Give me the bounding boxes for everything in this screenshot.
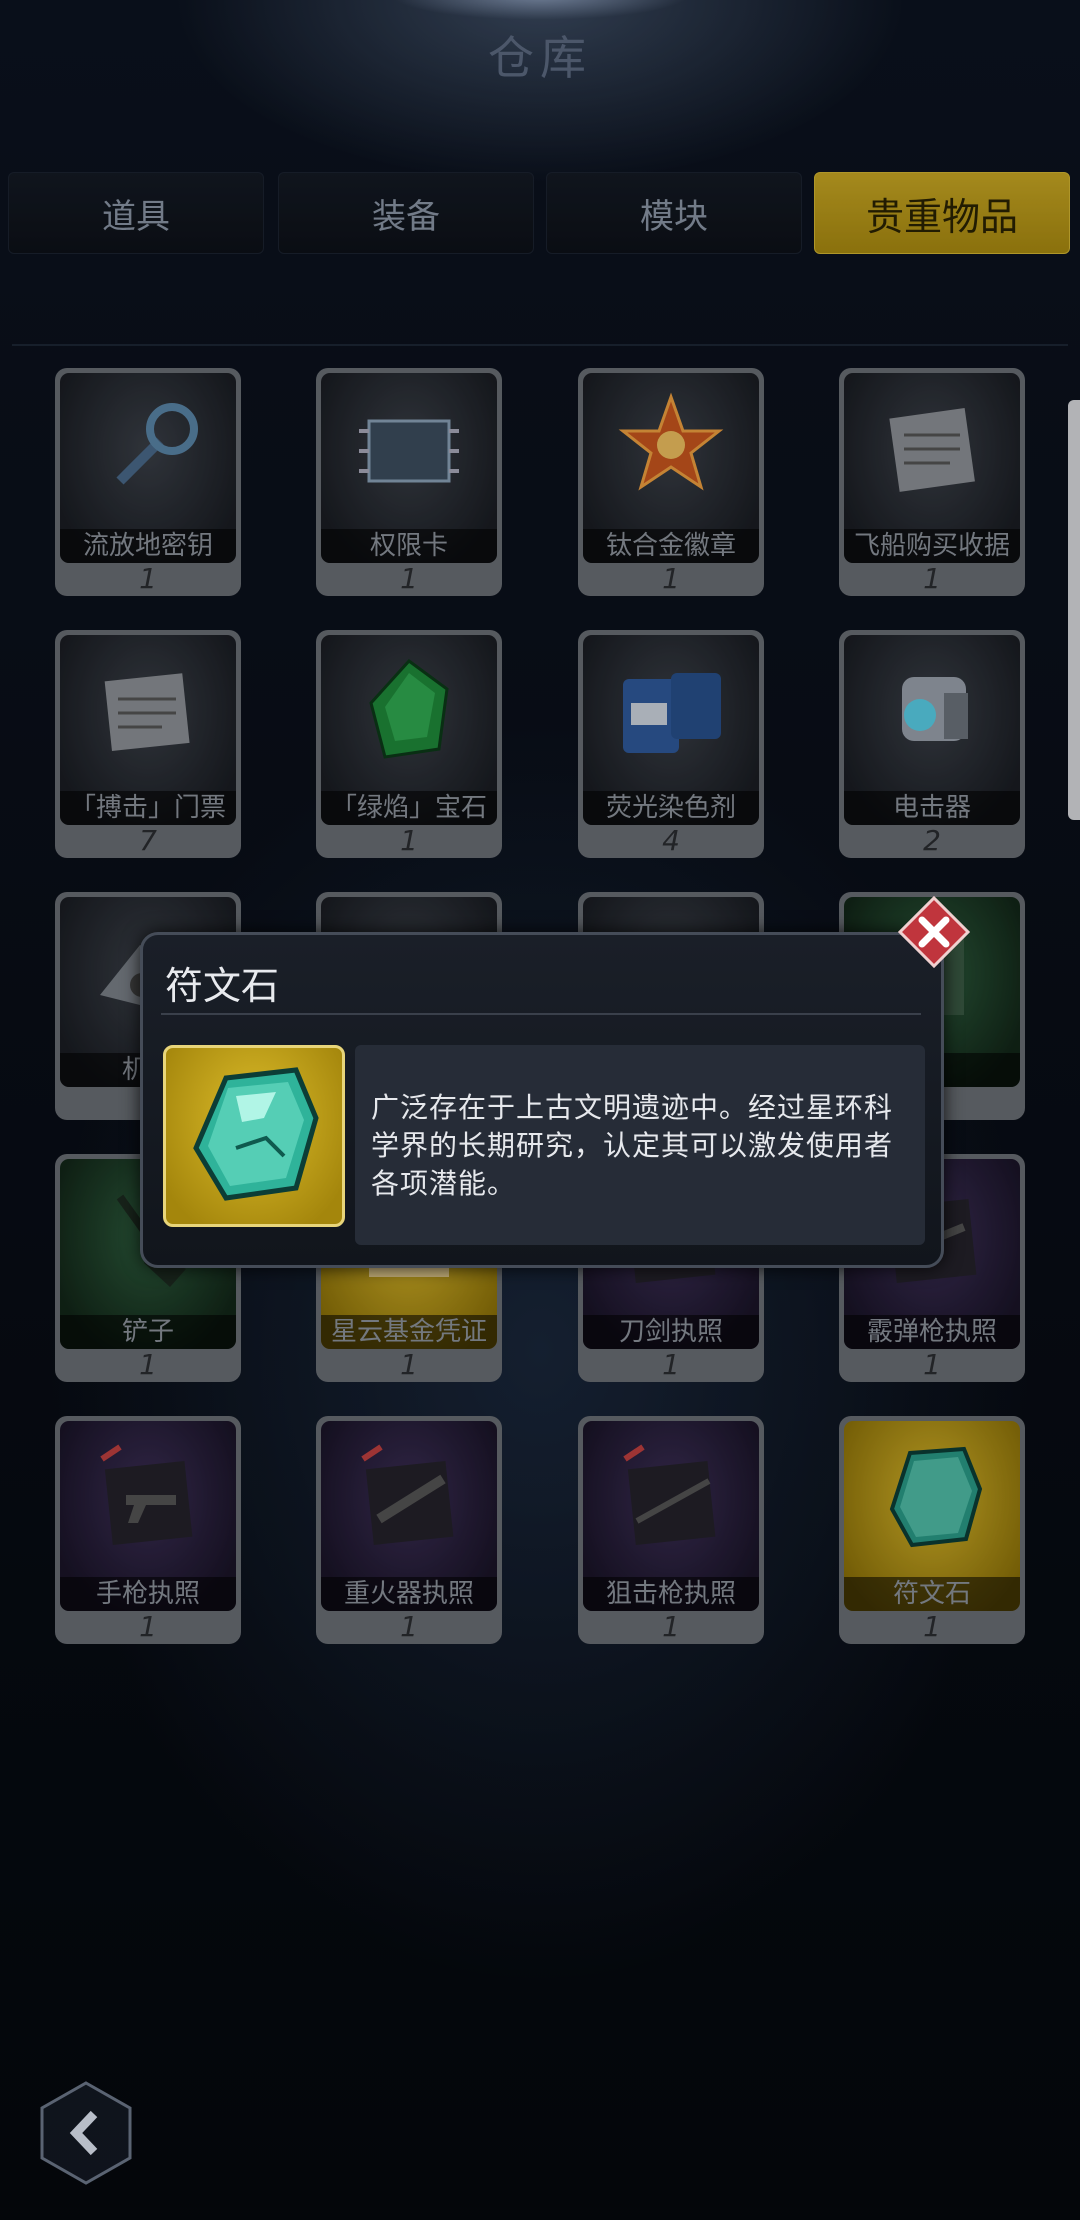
key-icon [116,403,198,485]
item-name: 重火器执照 [321,1577,497,1611]
item-name: 「搏击」门票 [60,791,236,825]
inventory-item[interactable]: 钛合金徽章 1 [578,368,764,596]
popup-divider [161,1013,921,1015]
inventory-item[interactable]: 流放地密钥 1 [55,368,241,596]
item-name: 流放地密钥 [60,529,236,563]
inventory-item[interactable]: 飞船购买收据 1 [839,368,1025,596]
close-icon [897,895,971,969]
item-frame: 流放地密钥 [60,373,236,563]
popup-title: 符文石 [165,964,280,1008]
close-button[interactable] [897,895,971,969]
item-count: 1 [400,1348,418,1381]
item-frame: 重火器执照 [321,1421,497,1611]
item-name: 手枪执照 [60,1577,236,1611]
item-name: 飞船购买收据 [844,529,1020,563]
item-count: 1 [662,1610,680,1643]
item-count: 1 [139,1348,157,1381]
page-title: 仓库 [488,31,592,85]
shocker-icon [902,677,968,741]
item-count: 2 [923,824,941,857]
item-count: 1 [139,1610,157,1643]
item-name: 刀剑执照 [583,1315,759,1349]
rune-stone-icon [889,1446,983,1548]
item-frame: 手枪执照 [60,1421,236,1611]
popup-item-icon [163,1045,345,1227]
item-name: 星云基金凭证 [321,1315,497,1349]
inventory-item[interactable]: 重火器执照 1 [316,1416,502,1644]
item-count: 1 [923,1610,941,1643]
inventory-item[interactable]: 符文石 1 [839,1416,1025,1644]
item-name: 电击器 [844,791,1020,825]
top-light-glow [390,0,690,20]
item-frame: 飞船购买收据 [844,373,1020,563]
item-count: 1 [662,562,680,595]
tab-divider [12,344,1068,346]
tab-items[interactable]: 道具 [8,172,264,254]
inventory-item[interactable]: 手枪执照 1 [55,1416,241,1644]
item-name: 权限卡 [321,529,497,563]
back-button[interactable] [38,2080,134,2186]
rune-stone-icon [193,1067,319,1201]
item-frame: 权限卡 [321,373,497,563]
item-count: 1 [400,562,418,595]
popup-description: 广泛存在于上古文明遗迹中。经过星环科学界的长期研究，认定其可以激发使用者各项潜能… [371,1091,894,1200]
item-name: 霰弹枪执照 [844,1315,1020,1349]
tab-equipment[interactable]: 装备 [278,172,534,254]
item-frame: 狙击枪执照 [583,1421,759,1611]
item-name: 钛合金徽章 [583,529,759,563]
green-gem-icon [369,658,449,759]
item-count: 1 [923,562,941,595]
item-name: 符文石 [844,1577,1020,1611]
item-count: 7 [139,824,157,857]
heavy-weapon-license-icon [361,1444,454,1545]
item-frame: 电击器 [844,635,1020,825]
item-count: 1 [400,824,418,857]
pistol-license-icon [100,1444,193,1545]
back-arrow-icon [40,2081,132,2185]
warehouse-screen: 仓库 道具 装备 模块 贵重物品 流放地密钥 1 权限卡 1 钛合金徽章 1 飞船购买收据 1… [0,0,1080,2220]
receipt-icon [889,408,975,492]
item-frame: 「搏击」门票 [60,635,236,825]
sniper-license-icon [623,1444,716,1545]
item-name: 荧光染色剂 [583,791,759,825]
inventory-item[interactable]: 狙击枪执照 1 [578,1416,764,1644]
item-count: 4 [662,824,680,857]
inventory-item[interactable]: 「搏击」门票 7 [55,630,241,858]
item-count: 1 [923,1348,941,1381]
item-count: 1 [400,1610,418,1643]
inventory-item[interactable]: 电击器 2 [839,630,1025,858]
chip-card-icon [359,419,459,483]
inventory-item[interactable]: 权限卡 1 [316,368,502,596]
tab-valuables[interactable]: 贵重物品 [814,172,1070,254]
item-count: 1 [662,1348,680,1381]
item-name: 铲子 [60,1315,236,1349]
item-detail-popup: 符文石 广泛存在于上古文明遗迹中。经过星环科学界的长期研究，认定其可以激发使用者… [140,932,944,1268]
item-count: 1 [139,562,157,595]
scrollbar[interactable] [1068,400,1080,820]
ticket-icon [104,673,190,751]
dye-barrel-icon [623,673,721,753]
item-frame: 「绿焰」宝石 [321,635,497,825]
item-frame: 荧光染色剂 [583,635,759,825]
item-frame: 钛合金徽章 [583,373,759,563]
category-tabs: 道具 装备 模块 贵重物品 [8,172,1072,254]
inventory-item[interactable]: 荧光染色剂 4 [578,630,764,858]
item-name: 狙击枪执照 [583,1577,759,1611]
item-name: 「绿焰」宝石 [321,791,497,825]
badge-icon [618,392,724,491]
item-frame: 符文石 [844,1421,1020,1611]
tab-modules[interactable]: 模块 [546,172,802,254]
inventory-item[interactable]: 「绿焰」宝石 1 [316,630,502,858]
